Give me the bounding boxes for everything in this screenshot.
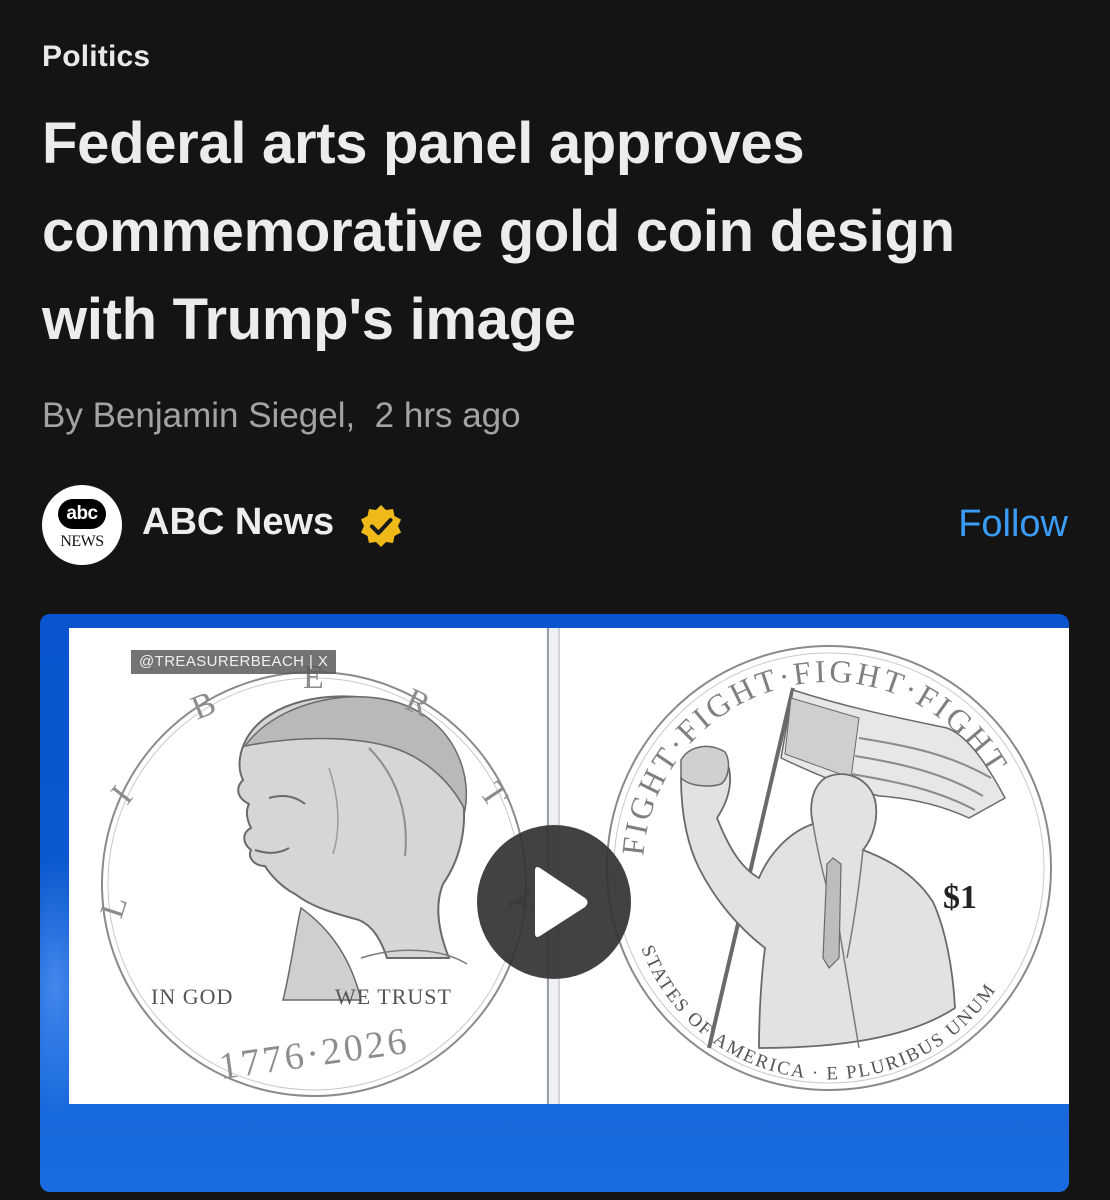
play-icon <box>535 867 588 937</box>
category-label[interactable]: Politics <box>42 40 150 74</box>
publisher-logo[interactable]: abc NEWS <box>42 485 122 565</box>
article-page: Politics Federal arts panel approves com… <box>0 0 1110 1200</box>
play-button[interactable] <box>477 825 631 979</box>
article-byline: By Benjamin Siegel, 2 hrs ago <box>42 396 521 435</box>
publisher-name[interactable]: ABC News <box>142 501 334 544</box>
coin-reverse: FIGHT·FIGHT·FIGHT·FIGHT STATES OF AMERIC… <box>606 645 1052 1091</box>
coin-motto-right: WE TRUST <box>335 984 452 1009</box>
publisher-logo-news: NEWS <box>60 533 104 550</box>
coin-motto-left: IN GOD <box>151 984 233 1009</box>
coin-obverse: L I B E R T Y IN GOD WE TRUST 1776·2026 <box>93 659 540 1097</box>
video-thumbnail[interactable]: L I B E R T Y IN GOD WE TRUST 1776·2026 <box>40 614 1069 1192</box>
follow-button[interactable]: Follow <box>958 503 1068 546</box>
article-headline: Federal arts panel approves commemorativ… <box>42 111 955 352</box>
publisher-row: abc NEWS ABC News Follow <box>42 485 1068 565</box>
image-watermark: @TREASURERBEACH | X <box>131 650 337 674</box>
coin-denomination: $1 <box>943 879 977 916</box>
verified-badge-icon <box>358 503 404 549</box>
publisher-logo-abc: abc <box>58 499 106 529</box>
